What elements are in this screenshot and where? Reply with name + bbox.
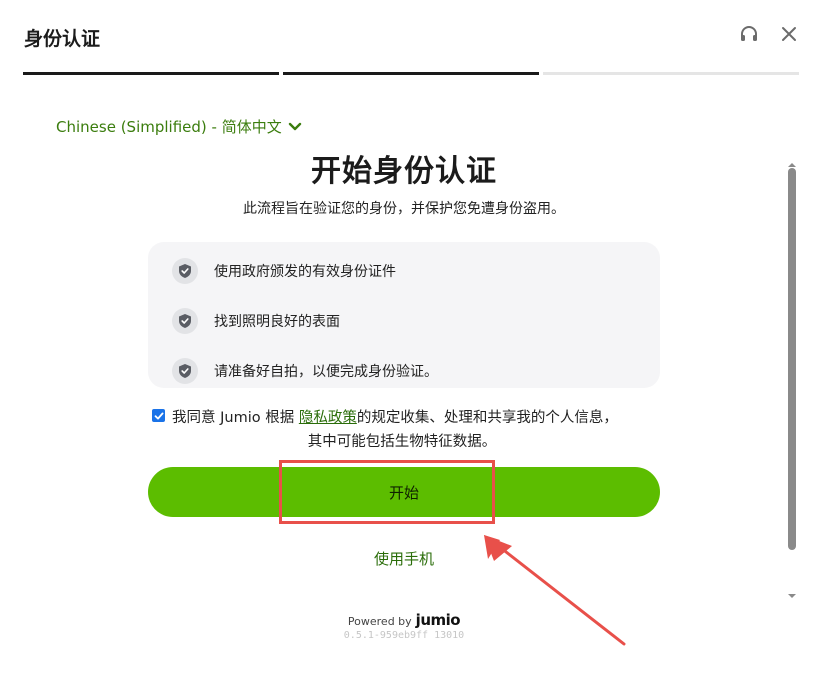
annotation-arrow <box>484 535 626 646</box>
